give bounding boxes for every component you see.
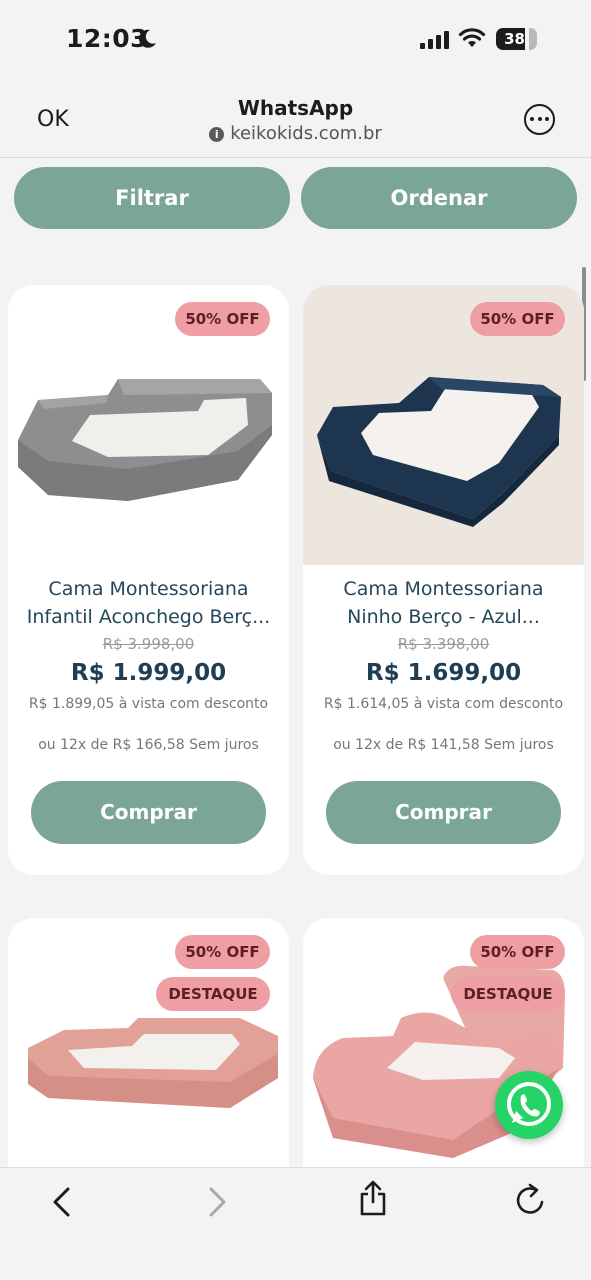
price: R$ 1.999,00: [70, 660, 227, 686]
old-price: R$ 3.398,00: [397, 635, 490, 653]
buy-button[interactable]: Comprar: [31, 781, 266, 844]
status-time: 12:03: [66, 24, 149, 53]
more-options-button[interactable]: [524, 104, 555, 135]
discount-badge: 50% OFF: [470, 935, 565, 969]
product-listing[interactable]: Filtrar Ordenar 50% OFF Cama Montessoria…: [0, 159, 591, 1167]
page-title: WhatsApp: [237, 96, 354, 120]
url-text: keikokids.com.br: [230, 123, 382, 144]
discount-badge: 50% OFF: [175, 302, 270, 336]
back-icon[interactable]: [48, 1185, 76, 1219]
product-title[interactable]: Cama Montessoriana Infantil Aconchego Be…: [18, 575, 279, 631]
whatsapp-button[interactable]: [495, 1071, 563, 1139]
wifi-icon: [458, 28, 486, 47]
info-icon: i: [209, 127, 225, 142]
battery-level: 38: [504, 30, 525, 48]
product-card[interactable]: 50% OFF Cama Montessoriana Ninho Berço -…: [303, 285, 584, 875]
cash-price: R$ 1.899,05 à vista com desconto: [28, 696, 269, 712]
sort-button[interactable]: Ordenar: [301, 167, 577, 229]
installments: ou 12x de R$ 166,58 Sem juros: [38, 737, 259, 753]
product-title[interactable]: Cama Montessoriana Ninho Berço - Azul...: [313, 575, 574, 631]
featured-badge: DESTAQUE: [156, 977, 270, 1011]
status-bar: 12:03 38: [0, 0, 591, 80]
discount-badge: 50% OFF: [470, 302, 565, 336]
cash-price: R$ 1.614,05 à vista com desconto: [323, 696, 564, 712]
buy-button[interactable]: Comprar: [326, 781, 561, 844]
forward-icon[interactable]: [203, 1185, 231, 1219]
whatsapp-icon: [507, 1082, 551, 1126]
filter-button[interactable]: Filtrar: [14, 167, 290, 229]
browser-toolbar: [0, 1167, 591, 1280]
reload-icon[interactable]: [514, 1182, 546, 1218]
installments: ou 12x de R$ 141,58 Sem juros: [333, 737, 554, 753]
url-display[interactable]: i keikokids.com.br: [0, 123, 591, 144]
featured-badge: DESTAQUE: [451, 977, 565, 1011]
moon-icon: [139, 29, 156, 48]
battery-icon: 38: [496, 28, 537, 50]
old-price: R$ 3.998,00: [102, 635, 195, 653]
browser-header: OK WhatsApp i keikokids.com.br: [0, 80, 591, 158]
signal-icon: [420, 31, 449, 49]
product-card[interactable]: 50% OFF Cama Montessoriana Infantil Acon…: [8, 285, 289, 875]
product-card[interactable]: 50% OFF DESTAQUE: [8, 918, 289, 1167]
share-icon[interactable]: [358, 1180, 388, 1218]
discount-badge: 50% OFF: [175, 935, 270, 969]
price: R$ 1.699,00: [365, 660, 522, 686]
